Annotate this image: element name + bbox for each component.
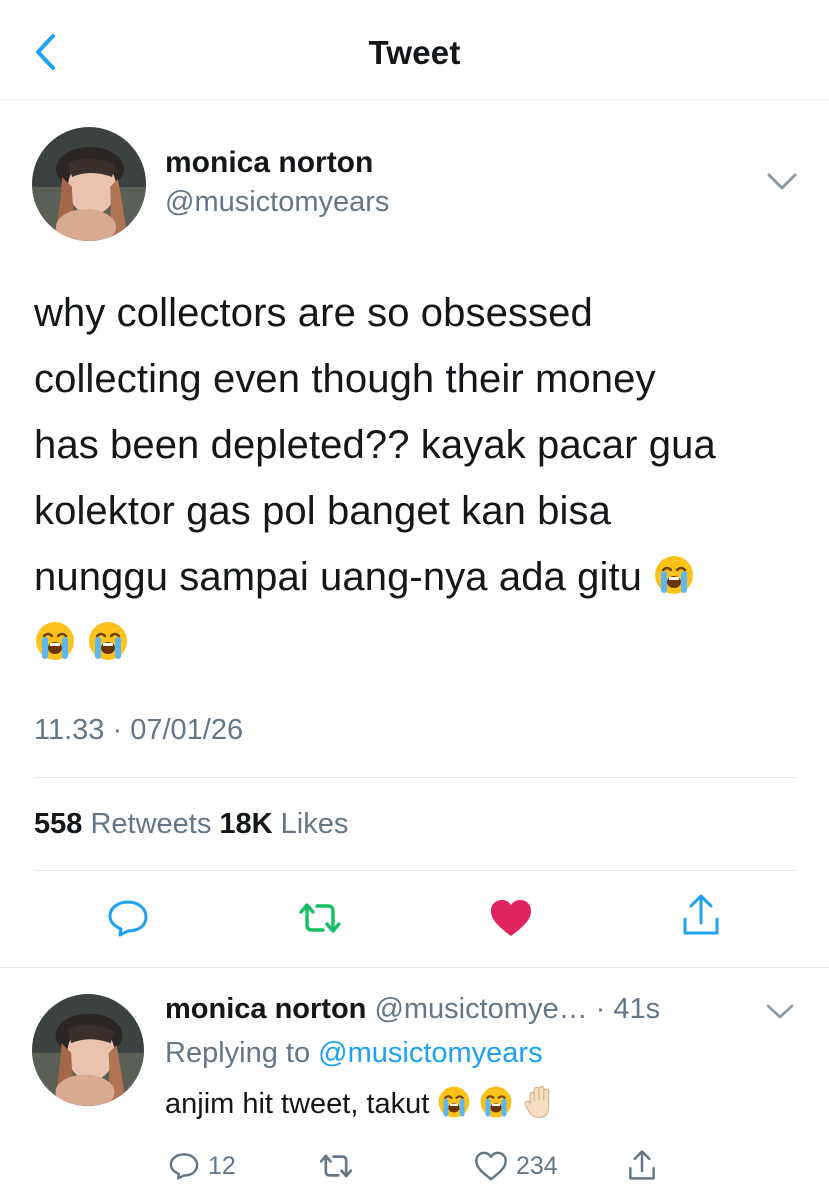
more-options-button[interactable] bbox=[765, 170, 799, 194]
tweet-text-line: collecting even though their money bbox=[34, 357, 656, 401]
reply-text: anjim hit tweet, takut bbox=[165, 1085, 556, 1121]
like-button[interactable] bbox=[481, 888, 541, 948]
heart-filled-icon bbox=[491, 900, 531, 936]
loudly-crying-face-icon bbox=[36, 622, 74, 660]
reply-share-button[interactable] bbox=[626, 1148, 658, 1184]
reply-retweet-button[interactable] bbox=[318, 1148, 354, 1184]
retweet-button[interactable] bbox=[290, 888, 350, 948]
reply-separator: · bbox=[587, 993, 614, 1025]
reply-more-options-button[interactable] bbox=[765, 1002, 795, 1022]
reply-like-count: 234 bbox=[516, 1151, 558, 1180]
reply-reply-button[interactable]: 12 bbox=[168, 1148, 236, 1184]
reply-time: 41s bbox=[613, 993, 661, 1025]
author-avatar[interactable] bbox=[32, 127, 146, 241]
tweet-stats: 558 Retweets 18K Likes bbox=[34, 808, 348, 841]
loudly-crying-face-icon bbox=[89, 622, 128, 660]
chevron-down-icon bbox=[767, 173, 797, 190]
reply-text-content: anjim hit tweet, takut bbox=[165, 1088, 430, 1120]
raised-hand-icon bbox=[524, 1086, 549, 1118]
replying-to-label: Replying to bbox=[165, 1037, 311, 1069]
avatar-photo bbox=[32, 127, 146, 241]
divider bbox=[34, 870, 796, 871]
reply-reply-count: 12 bbox=[208, 1151, 236, 1180]
tweet-text-line bbox=[34, 610, 804, 676]
loudly-crying-face-icon bbox=[481, 1086, 512, 1118]
loudly-crying-face-icon bbox=[655, 556, 694, 594]
replying-to-mention[interactable]: @musictomyears bbox=[318, 1037, 542, 1069]
author-name[interactable]: monica norton bbox=[165, 146, 373, 180]
retweet-icon bbox=[299, 903, 341, 933]
comment-icon bbox=[108, 900, 148, 937]
like-count[interactable]: 18K bbox=[219, 808, 272, 840]
share-icon bbox=[683, 894, 719, 935]
comment-icon bbox=[169, 1153, 199, 1180]
retweet-count[interactable]: 558 bbox=[34, 808, 82, 840]
chevron-down-icon bbox=[766, 1004, 794, 1019]
heart-icon bbox=[475, 1151, 507, 1181]
tweet-text-line: kolektor gas pol banget kan bisa bbox=[34, 489, 611, 533]
tweet-text-line: nunggu sampai uang-nya ada gitu bbox=[34, 544, 804, 610]
page-title: Tweet bbox=[368, 34, 461, 71]
retweet-icon bbox=[319, 1154, 353, 1178]
replying-to-line: Replying to @musictomyears bbox=[165, 1037, 543, 1070]
tweet-text-line: why collectors are so obsessed bbox=[34, 291, 593, 335]
reply-author-avatar[interactable] bbox=[32, 994, 144, 1106]
tweet-timestamp[interactable]: 11.33 · 07/01/26 bbox=[34, 714, 243, 747]
retweet-label[interactable]: Retweets bbox=[90, 808, 211, 840]
tweet-text-line-text: nunggu sampai uang-nya ada gitu bbox=[34, 555, 643, 599]
reply-author-name[interactable]: monica norton bbox=[165, 993, 366, 1025]
share-button[interactable] bbox=[671, 886, 731, 946]
divider bbox=[34, 777, 796, 778]
tweet-text-line: has been depleted?? kayak pacar gua bbox=[34, 423, 716, 467]
divider bbox=[0, 967, 829, 968]
tweet-text: why collectors are so obsessed collectin… bbox=[34, 280, 804, 676]
author-handle[interactable]: @musictomyears bbox=[165, 186, 389, 219]
reply-like-button[interactable]: 234 bbox=[474, 1148, 558, 1184]
reply-author-handle[interactable]: @musictomye… bbox=[374, 993, 587, 1025]
reply-button[interactable] bbox=[98, 888, 158, 948]
like-label[interactable]: Likes bbox=[281, 808, 349, 840]
share-icon bbox=[629, 1150, 655, 1180]
loudly-crying-face-icon bbox=[439, 1086, 470, 1118]
reply-header: monica norton @musictomye… · 41s bbox=[165, 993, 660, 1026]
top-nav-bar: Tweet bbox=[0, 0, 829, 100]
avatar-photo bbox=[32, 994, 144, 1106]
